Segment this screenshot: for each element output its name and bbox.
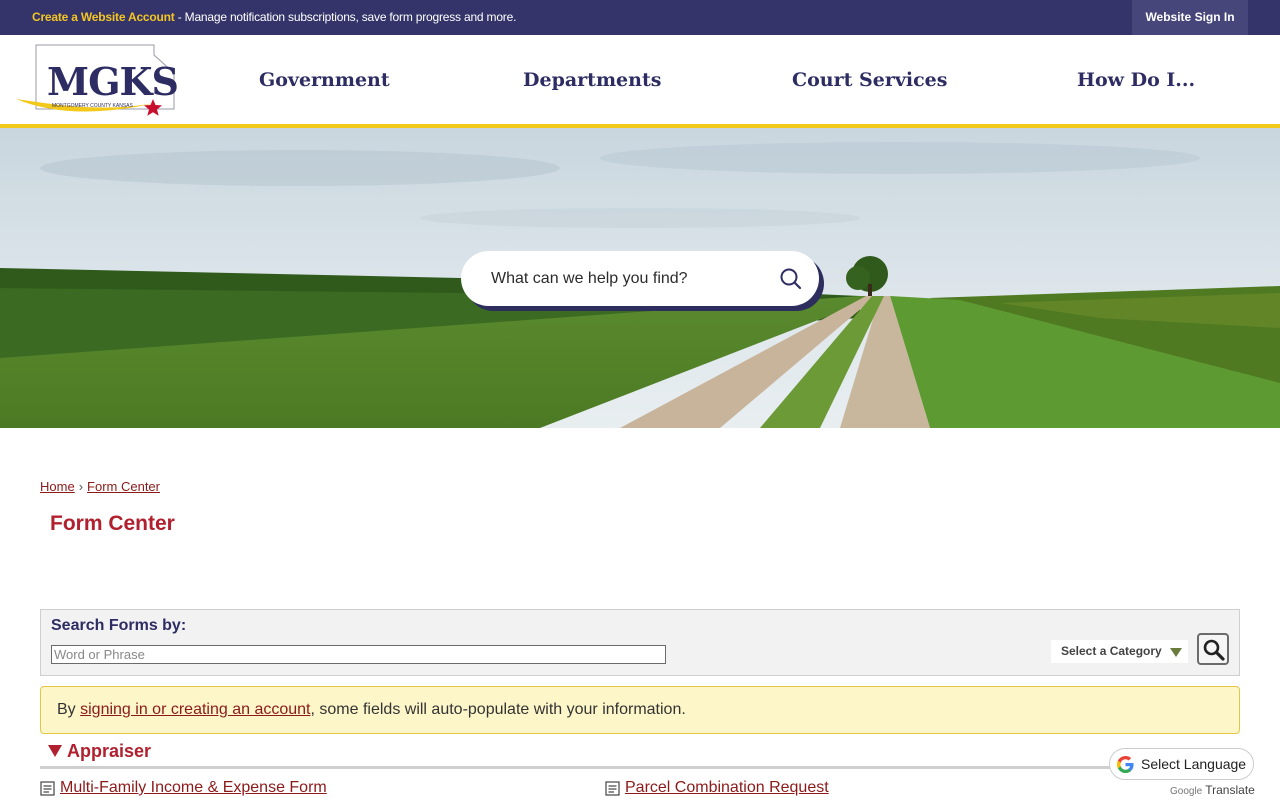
utility-bar: Create a Website Account - Manage notifi… — [0, 0, 1280, 35]
breadcrumb: Home › Form Center — [40, 479, 160, 494]
form-link-parcel-combination[interactable]: Parcel Combination Request — [625, 779, 829, 796]
section-appraiser-toggle[interactable]: Appraiser — [40, 740, 1240, 769]
form-item: Parcel Combination Request — [605, 779, 829, 797]
page-title: Form Center — [50, 512, 175, 535]
collapse-triangle-icon — [48, 745, 62, 757]
form-document-icon — [40, 781, 55, 796]
translate-text: Translate — [1205, 783, 1255, 797]
search-forms-label: Search Forms by: — [51, 617, 187, 634]
form-document-icon — [605, 781, 620, 796]
site-logo[interactable]: MGKS MONTGOMERY COUNTY KANSAS — [14, 43, 180, 117]
site-header: MGKS MONTGOMERY COUNTY KANSAS Government… — [0, 35, 1280, 125]
logo-text: MGKS — [47, 59, 178, 104]
logo-subtext: MONTGOMERY COUNTY KANSAS — [52, 103, 134, 109]
language-select[interactable]: Select Language — [1109, 748, 1254, 780]
category-select[interactable]: Select a Category — [1051, 640, 1188, 663]
account-notice-text: - Manage notification subscriptions, sav… — [174, 10, 517, 24]
signin-notice: By signing in or creating an account, so… — [40, 686, 1240, 734]
language-select-label: Select Language — [1141, 756, 1247, 772]
google-g-icon — [1116, 755, 1134, 774]
powered-by-google-translate: Google Translate — [1170, 783, 1255, 797]
account-notice: Create a Website Account - Manage notifi… — [32, 0, 516, 35]
breadcrumb-home-link[interactable]: Home — [40, 479, 75, 494]
forms-keyword-input[interactable] — [51, 645, 666, 664]
nav-government[interactable]: Government — [259, 35, 390, 125]
mgks-logo-graphic: MGKS MONTGOMERY COUNTY KANSAS — [16, 44, 179, 116]
form-link-multi-family[interactable]: Multi-Family Income & Expense Form — [60, 779, 327, 796]
signin-link[interactable]: signing in or creating an account — [80, 701, 310, 718]
magnifier-icon — [1203, 639, 1225, 661]
form-item: Multi-Family Income & Expense Form — [40, 779, 327, 797]
site-search-box — [461, 251, 819, 306]
website-sign-in-button[interactable]: Website Sign In — [1132, 0, 1248, 35]
nav-how-do-i[interactable]: How Do I... — [1077, 35, 1195, 125]
search-icon[interactable] — [779, 267, 803, 291]
category-select-label: Select a Category — [1061, 644, 1162, 658]
section-title: Appraiser — [67, 741, 152, 761]
search-forms-panel: Search Forms by: Select a Category — [40, 609, 1240, 676]
dropdown-arrow-icon — [1170, 648, 1182, 657]
breadcrumb-separator: › — [78, 479, 84, 494]
nav-departments[interactable]: Departments — [523, 35, 661, 125]
site-search-input[interactable] — [491, 251, 771, 306]
signin-notice-prefix: By — [57, 701, 81, 718]
create-account-link[interactable]: Create a Website Account — [32, 10, 175, 24]
google-wordmark: Google — [1170, 786, 1203, 797]
forms-search-button[interactable] — [1197, 633, 1229, 665]
signin-notice-suffix: , some fields will auto-populate with yo… — [310, 701, 686, 718]
breadcrumb-form-center-link[interactable]: Form Center — [87, 479, 160, 494]
nav-court-services[interactable]: Court Services — [792, 35, 947, 125]
